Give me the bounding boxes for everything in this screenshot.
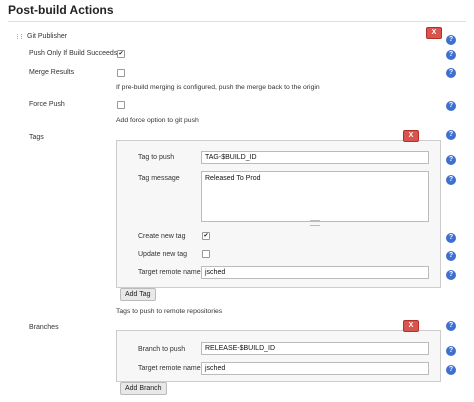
merge-hint: If pre-build merging is configured, push… xyxy=(116,84,320,91)
delete-publisher-button[interactable]: X xyxy=(426,27,442,39)
help-icon[interactable]: ? xyxy=(446,175,456,185)
help-icon[interactable]: ? xyxy=(446,251,456,261)
target-remote-label: Target remote name xyxy=(138,269,201,276)
tags-label: Tags xyxy=(29,134,44,141)
delete-tag-button[interactable]: X xyxy=(403,130,419,142)
help-icon[interactable]: ? xyxy=(446,346,456,356)
help-icon[interactable]: ? xyxy=(446,101,456,111)
update-new-tag-checkbox[interactable] xyxy=(202,250,210,258)
add-tag-button[interactable]: Add Tag xyxy=(120,288,156,301)
force-push-checkbox[interactable] xyxy=(117,101,125,109)
section-title: Git Publisher xyxy=(27,33,68,40)
divider xyxy=(8,21,466,22)
help-icon[interactable]: ? xyxy=(446,50,456,60)
merge-results-label: Merge Results xyxy=(29,69,75,76)
push-only-label: Push Only If Build Succeeds xyxy=(29,50,118,57)
branch-to-push-input[interactable]: RELEASE-$BUILD_ID xyxy=(201,342,429,355)
drag-handle-icon[interactable] xyxy=(17,34,22,39)
tag-target-remote-input[interactable]: jsched xyxy=(201,266,429,279)
help-icon[interactable]: ? xyxy=(446,155,456,165)
merge-results-checkbox[interactable] xyxy=(117,69,125,77)
tags-hint: Tags to push to remote repositories xyxy=(116,308,223,315)
delete-branch-button[interactable]: X xyxy=(403,320,419,332)
branch-target-remote-input[interactable]: jsched xyxy=(201,362,429,375)
tag-to-push-label: Tag to push xyxy=(138,154,175,161)
page-title: Post-build Actions xyxy=(8,3,114,17)
create-new-tag-checkbox[interactable]: ✔ xyxy=(202,232,210,240)
push-only-checkbox[interactable]: ✔ xyxy=(117,50,125,58)
help-icon[interactable]: ? xyxy=(446,365,456,375)
help-icon[interactable]: ? xyxy=(446,321,456,331)
help-icon[interactable]: ? xyxy=(446,130,456,140)
help-icon[interactable]: ? xyxy=(446,233,456,243)
tag-message-label: Tag message xyxy=(138,175,180,182)
add-branch-button[interactable]: Add Branch xyxy=(120,382,167,395)
force-hint: Add force option to git push xyxy=(116,117,199,124)
tag-to-push-input[interactable]: TAG-$BUILD_ID xyxy=(201,151,429,164)
branch-target-remote-label: Target remote name xyxy=(138,365,201,372)
help-icon[interactable]: ? xyxy=(446,68,456,78)
tag-message-textarea[interactable]: Released To Prod xyxy=(201,171,429,222)
branches-label: Branches xyxy=(29,324,59,331)
help-icon[interactable]: ? xyxy=(446,35,456,45)
resize-handle-icon[interactable] xyxy=(310,220,320,226)
branch-to-push-label: Branch to push xyxy=(138,346,186,353)
update-new-tag-label: Update new tag xyxy=(138,251,188,258)
create-new-tag-label: Create new tag xyxy=(138,233,186,240)
help-icon[interactable]: ? xyxy=(446,270,456,280)
force-push-label: Force Push xyxy=(29,101,65,108)
